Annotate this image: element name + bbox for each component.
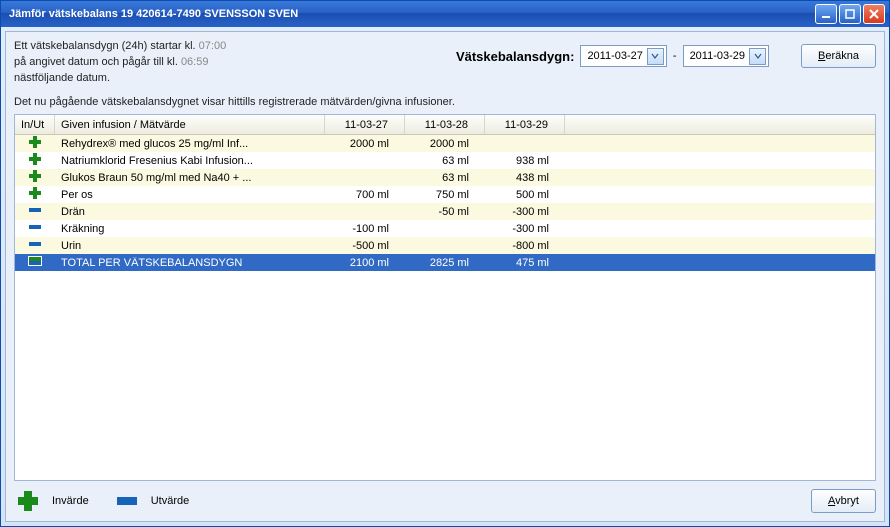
cell-name: Drän	[55, 206, 325, 218]
titlebar: Jämför vätskebalans 19 420614-7490 SVENS…	[1, 1, 889, 27]
cell-d2: 63 ml	[405, 172, 485, 184]
close-icon	[868, 8, 880, 20]
range-dash: -	[673, 50, 677, 62]
minus-icon	[28, 237, 42, 251]
maximize-icon	[844, 8, 856, 20]
plus-icon	[28, 135, 42, 149]
minimize-button[interactable]	[815, 4, 837, 24]
cell-name: Natriumklorid Fresenius Kabi Infusion...	[55, 155, 325, 167]
table-row[interactable]: Kräkning-100 ml -300 ml	[15, 220, 875, 237]
cell-inout	[15, 256, 55, 269]
plus-icon	[28, 152, 42, 166]
th-d1[interactable]: 11-03-27	[325, 115, 405, 134]
cell-inout	[15, 220, 55, 237]
th-d3[interactable]: 11-03-29	[485, 115, 565, 134]
cell-d3: -300 ml	[485, 223, 565, 235]
cell-inout	[15, 169, 55, 186]
cell-d3: 500 ml	[485, 189, 565, 201]
info-text: Ett vätskebalansdygn (24h) startar kl. 0…	[14, 38, 226, 86]
window-title: Jämför vätskebalans 19 420614-7490 SVENS…	[9, 8, 815, 20]
chevron-down-icon[interactable]	[647, 48, 664, 65]
window-buttons	[815, 4, 885, 24]
table-body: Rehydrex® med glucos 25 mg/ml Inf...2000…	[15, 135, 875, 271]
cell-d1: 700 ml	[325, 189, 405, 201]
cell-d2: 2825 ml	[405, 257, 485, 269]
info-line2: på angivet datum och pågår till kl.	[14, 56, 181, 68]
note-text: Det nu pågående vätskebalansdygnet visar…	[14, 96, 876, 108]
table-row[interactable]: Per os700 ml750 ml500 ml	[15, 186, 875, 203]
legend-in: Invärde	[14, 489, 89, 513]
content-panel: Ett vätskebalansdygn (24h) startar kl. 0…	[5, 31, 885, 522]
minus-icon	[113, 489, 141, 513]
th-d2[interactable]: 11-03-28	[405, 115, 485, 134]
cell-d1: -100 ml	[325, 223, 405, 235]
cell-inout	[15, 237, 55, 254]
cell-inout	[15, 152, 55, 169]
cell-d3: 438 ml	[485, 172, 565, 184]
table: In/Ut Given infusion / Mätvärde 11-03-27…	[14, 114, 876, 481]
cell-inout	[15, 135, 55, 152]
cell-d3: -800 ml	[485, 240, 565, 252]
cell-inout	[15, 186, 55, 203]
cell-d3: -300 ml	[485, 206, 565, 218]
info-line1: Ett vätskebalansdygn (24h) startar kl.	[14, 40, 199, 52]
window: Jämför vätskebalans 19 420614-7490 SVENS…	[0, 0, 890, 527]
cell-d3: 938 ml	[485, 155, 565, 167]
plus-icon	[28, 186, 42, 200]
calc-rest: eräkna	[825, 50, 859, 62]
cell-d1: -500 ml	[325, 240, 405, 252]
date-to-value: 2011-03-29	[690, 50, 745, 62]
cell-name: Glukos Braun 50 mg/ml med Na40 + ...	[55, 172, 325, 184]
table-row[interactable]: TOTAL PER VÄTSKEBALANSDYGN2100 ml2825 ml…	[15, 254, 875, 271]
th-spacer	[565, 115, 875, 134]
table-row[interactable]: Rehydrex® med glucos 25 mg/ml Inf...2000…	[15, 135, 875, 152]
plus-icon	[28, 169, 42, 183]
maximize-button[interactable]	[839, 4, 861, 24]
chevron-down-icon[interactable]	[749, 48, 766, 65]
cell-d1: 2000 ml	[325, 138, 405, 150]
range-label: Vätskebalansdygn:	[456, 49, 575, 64]
cell-d1: 2100 ml	[325, 257, 405, 269]
date-from-value: 2011-03-27	[587, 50, 642, 62]
cell-d3: 475 ml	[485, 257, 565, 269]
legend-out: Utvärde	[113, 489, 190, 513]
cell-name: Per os	[55, 189, 325, 201]
cancel-rest: vbryt	[835, 495, 859, 507]
table-header: In/Ut Given infusion / Mätvärde 11-03-27…	[15, 115, 875, 135]
total-icon	[28, 256, 42, 266]
minus-icon	[28, 203, 42, 217]
date-from[interactable]: 2011-03-27	[580, 45, 666, 67]
calculate-button[interactable]: Beräkna	[801, 44, 876, 68]
table-row[interactable]: Glukos Braun 50 mg/ml med Na40 + ... 63 m…	[15, 169, 875, 186]
legend-in-label: Invärde	[52, 495, 89, 507]
top-area: Ett vätskebalansdygn (24h) startar kl. 0…	[14, 38, 876, 86]
minimize-icon	[820, 8, 832, 20]
table-row[interactable]: Urin-500 ml -800 ml	[15, 237, 875, 254]
plus-icon	[14, 489, 42, 513]
cell-d2: 2000 ml	[405, 138, 485, 150]
legend-out-label: Utvärde	[151, 495, 190, 507]
cancel-button[interactable]: Avbryt	[811, 489, 876, 513]
info-time1: 07:00	[199, 40, 227, 52]
th-inout[interactable]: In/Ut	[15, 115, 55, 134]
table-row[interactable]: Drän -50 ml-300 ml	[15, 203, 875, 220]
minus-icon	[28, 220, 42, 234]
cell-name: Rehydrex® med glucos 25 mg/ml Inf...	[55, 138, 325, 150]
info-time2: 06:59	[181, 56, 209, 68]
cell-name: Urin	[55, 240, 325, 252]
cell-inout	[15, 203, 55, 220]
date-to[interactable]: 2011-03-29	[683, 45, 769, 67]
cell-d2: -50 ml	[405, 206, 485, 218]
cell-d2: 750 ml	[405, 189, 485, 201]
date-controls: Vätskebalansdygn: 2011-03-27 - 2011-03-2…	[246, 44, 876, 68]
legend-bar: Invärde Utvärde Avbryt	[14, 489, 876, 513]
cell-d2: 63 ml	[405, 155, 485, 167]
th-name[interactable]: Given infusion / Mätvärde	[55, 115, 325, 134]
table-row[interactable]: Natriumklorid Fresenius Kabi Infusion...…	[15, 152, 875, 169]
info-line3: nästföljande datum.	[14, 72, 110, 84]
close-button[interactable]	[863, 4, 885, 24]
cell-name: TOTAL PER VÄTSKEBALANSDYGN	[55, 257, 325, 269]
cell-name: Kräkning	[55, 223, 325, 235]
